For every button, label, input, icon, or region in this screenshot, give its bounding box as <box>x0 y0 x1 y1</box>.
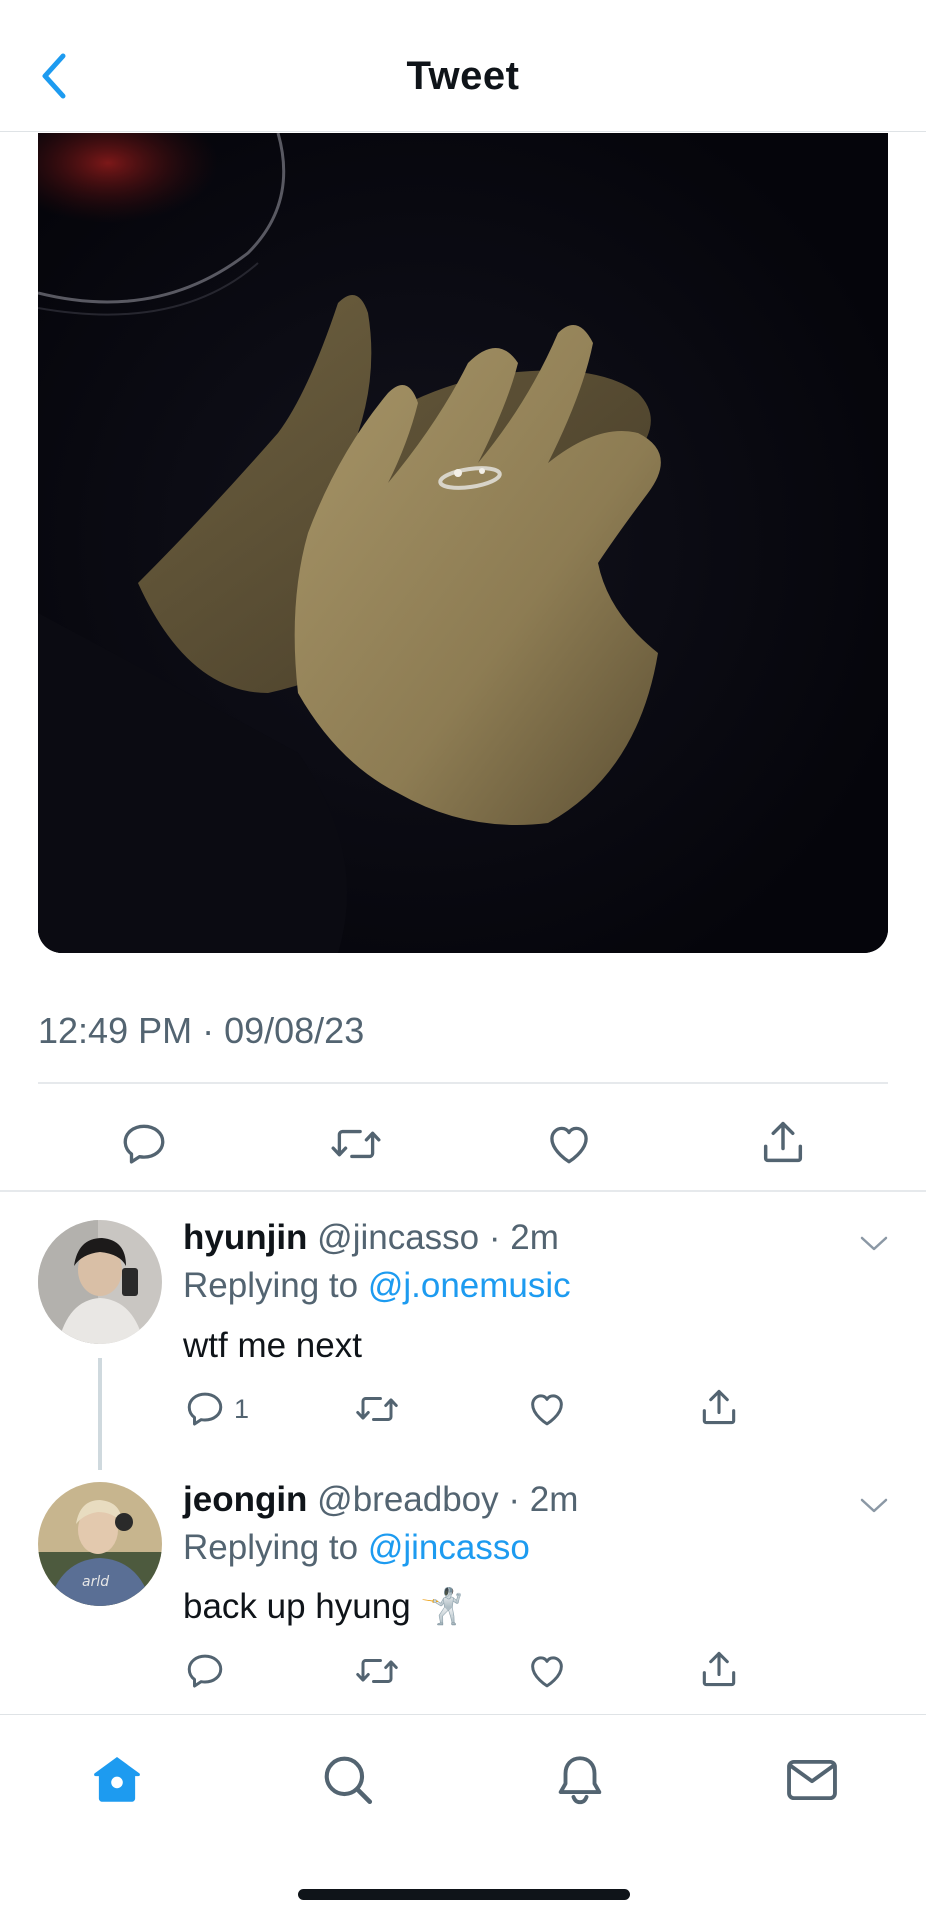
share-icon <box>763 1121 803 1163</box>
share-button[interactable] <box>697 1382 741 1432</box>
like-button[interactable] <box>537 1112 601 1176</box>
heart-icon <box>531 1656 563 1688</box>
chevron-down-icon <box>860 1236 888 1251</box>
home-indicator[interactable] <box>298 1889 630 1900</box>
retweet-icon <box>356 1659 398 1683</box>
replying-to: Replying to @jincasso <box>183 1528 530 1568</box>
heart-icon <box>531 1394 563 1426</box>
like-button[interactable] <box>526 1646 568 1696</box>
reply-icon <box>187 1392 223 1426</box>
reply-author-meta: @breadboy · 2m <box>317 1480 579 1519</box>
avatar[interactable]: arld <box>38 1482 162 1606</box>
share-button[interactable] <box>751 1110 815 1174</box>
reply-button[interactable] <box>112 1112 176 1176</box>
reply-header: hyunjin @jincasso · 2m <box>183 1218 559 1258</box>
reply-tweet[interactable]: arld jeongin @breadboy · 2m Replying to … <box>0 1472 926 1712</box>
reply-menu-button[interactable] <box>856 1226 892 1262</box>
replying-to-handle[interactable]: @jincasso <box>368 1528 530 1567</box>
reply-tweet[interactable]: hyunjin @jincasso · 2m Replying to @j.on… <box>0 1192 926 1472</box>
reply-author-name[interactable]: hyunjin <box>183 1218 307 1257</box>
reply-icon <box>123 1124 165 1164</box>
replying-to: Replying to @j.onemusic <box>183 1266 571 1306</box>
divider <box>38 1082 888 1084</box>
svg-text:arld: arld <box>82 1574 109 1590</box>
like-button[interactable] <box>526 1384 568 1434</box>
replying-to-label: Replying to <box>183 1266 368 1305</box>
reply-author-meta: @jincasso · 2m <box>317 1218 559 1257</box>
tweet-timestamp: 12:49 PM · 09/08/23 <box>38 1010 365 1051</box>
retweet-icon <box>356 1397 398 1421</box>
replying-to-label: Replying to <box>183 1528 368 1567</box>
reply-author-name[interactable]: jeongin <box>183 1480 307 1519</box>
reply-button[interactable] <box>184 1646 234 1696</box>
page-title: Tweet <box>406 54 520 98</box>
chevron-down-icon <box>860 1498 888 1513</box>
reply-icon <box>187 1654 223 1688</box>
reply-count: 1 <box>234 1393 250 1424</box>
tab-home[interactable] <box>82 1745 152 1815</box>
avatar-image <box>38 1220 162 1344</box>
tab-messages[interactable] <box>777 1745 847 1815</box>
reply-text: wtf me next <box>183 1326 362 1365</box>
reply-button[interactable]: 1 <box>184 1384 249 1434</box>
retweet-button[interactable] <box>354 1384 400 1434</box>
top-bar: Tweet <box>0 0 926 132</box>
share-icon <box>702 1651 736 1687</box>
tab-search[interactable] <box>313 1745 383 1815</box>
notifications-icon <box>558 1756 602 1805</box>
retweet-button[interactable] <box>354 1646 400 1696</box>
tab-notifications[interactable] <box>545 1745 615 1815</box>
photo-image <box>38 133 888 953</box>
replying-to-handle[interactable]: @j.onemusic <box>368 1266 571 1305</box>
share-icon <box>702 1389 736 1425</box>
search-icon <box>324 1756 373 1805</box>
retweet-icon <box>331 1129 381 1159</box>
reply-text: back up hyung 🤺 <box>183 1587 464 1626</box>
mail-icon <box>787 1759 837 1801</box>
avatar-image: arld <box>38 1482 162 1606</box>
thread-line <box>98 1358 102 1470</box>
heart-icon <box>550 1126 588 1164</box>
tweet-actions <box>0 1102 926 1194</box>
avatar[interactable] <box>38 1220 162 1344</box>
tweet-photo[interactable] <box>38 133 888 953</box>
home-icon <box>94 1757 140 1802</box>
reply-header: jeongin @breadboy · 2m <box>183 1480 578 1520</box>
retweet-button[interactable] <box>324 1112 388 1176</box>
reply-menu-button[interactable] <box>856 1488 892 1524</box>
share-button[interactable] <box>697 1644 741 1694</box>
